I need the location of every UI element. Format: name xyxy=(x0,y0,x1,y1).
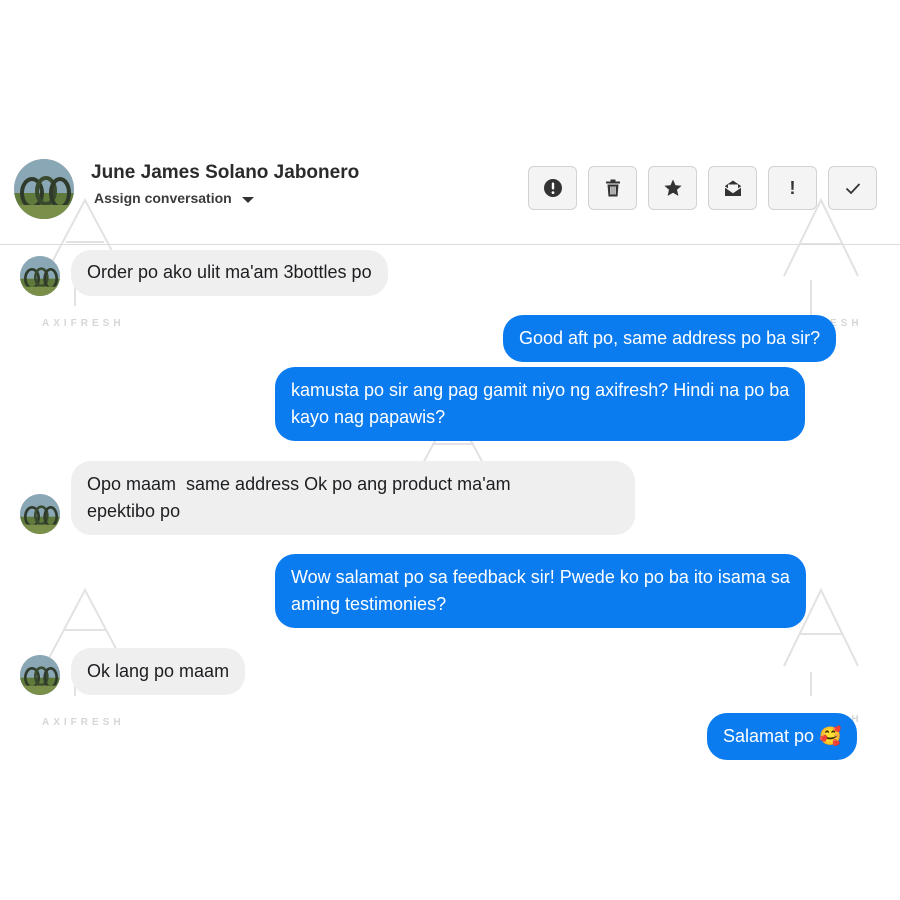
conversation-header: June James Solano Jabonero Assign conver… xyxy=(0,0,900,245)
delete-button[interactable] xyxy=(588,166,637,210)
message-text: kamusta po sir ang pag gamit niyo ng axi… xyxy=(291,380,790,400)
contact-avatar[interactable] xyxy=(20,256,60,296)
message-text: epektibo po xyxy=(87,501,181,521)
contact-avatar[interactable] xyxy=(20,494,60,534)
mark-unread-button[interactable] xyxy=(708,166,757,210)
chevron-down-icon xyxy=(241,196,254,203)
message-text: Ok lang po maam xyxy=(87,661,230,681)
message-text: Good aft po, same address po ba sir? xyxy=(519,328,821,348)
trash-icon xyxy=(605,179,620,197)
message-text: Salamat po 🥰 xyxy=(723,726,842,746)
message-outgoing[interactable]: kamusta po sir ang pag gamit niyo ng axi… xyxy=(275,367,806,441)
message-incoming[interactable]: Order po ako ulit ma'am 3bottles po xyxy=(71,250,388,296)
message-outgoing[interactable]: Salamat po 🥰 xyxy=(707,713,858,760)
assign-conversation-dropdown[interactable]: Assign conversation xyxy=(94,190,254,206)
message-incoming[interactable]: Opo maam same address Ok po ang product … xyxy=(71,461,635,535)
mail-envelope-icon xyxy=(724,180,741,196)
message-incoming[interactable]: Ok lang po maam xyxy=(71,648,246,695)
star-icon xyxy=(663,179,682,196)
contact-name[interactable]: June James Solano Jabonero xyxy=(91,162,359,184)
assign-label: Assign conversation xyxy=(94,190,232,206)
action-toolbar: ! xyxy=(528,166,877,210)
contact-avatar[interactable] xyxy=(20,655,60,695)
important-button[interactable]: ! xyxy=(768,166,817,210)
message-text: aming testimonies? xyxy=(291,594,447,614)
alert-circle-icon xyxy=(543,179,562,197)
message-text: Order po ako ulit ma'am 3bottles po xyxy=(87,262,372,282)
contact-avatar[interactable] xyxy=(14,159,74,219)
exclamation-icon: ! xyxy=(789,177,796,198)
mark-done-button[interactable] xyxy=(828,166,877,210)
message-text: Wow salamat po sa feedback sir! Pwede ko… xyxy=(291,567,790,587)
message-text: kayo nag papawis? xyxy=(291,407,446,427)
mark-spam-button[interactable] xyxy=(528,166,577,210)
message-outgoing[interactable]: Wow salamat po sa feedback sir! Pwede ko… xyxy=(275,554,806,628)
star-button[interactable] xyxy=(648,166,697,210)
message-outgoing[interactable]: Good aft po, same address po ba sir? xyxy=(503,315,837,362)
checkmark-icon xyxy=(845,183,860,195)
message-text: Opo maam same address Ok po ang product … xyxy=(87,474,511,494)
